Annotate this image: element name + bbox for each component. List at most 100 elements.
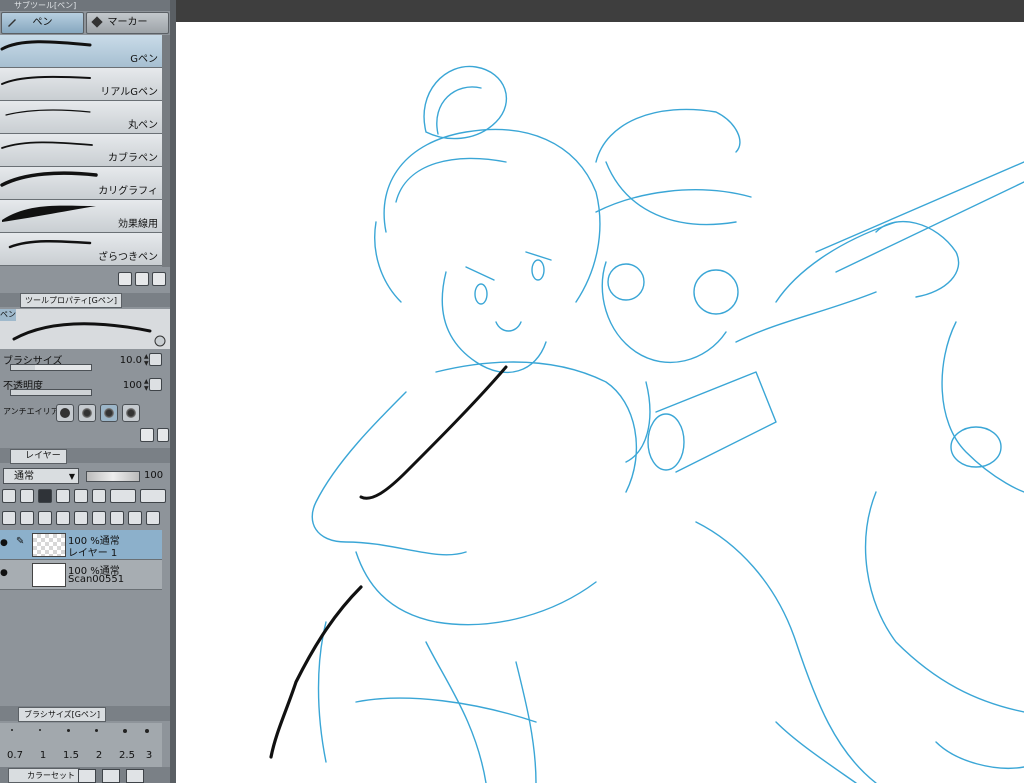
brush-size-slider[interactable] bbox=[10, 364, 92, 371]
layer-row[interactable]: ● 100 %通常 Scan00551 bbox=[0, 560, 162, 590]
lock-transparent-icon[interactable] bbox=[92, 489, 106, 503]
blend-mode-select[interactable]: 通常 ▼ bbox=[3, 468, 79, 484]
canvas-top-bar bbox=[176, 0, 1024, 22]
layer-name: レイヤー 1 bbox=[68, 548, 118, 559]
subtool-item-maru-pen[interactable]: 丸ペン bbox=[0, 101, 162, 134]
layer-tab-label: レイヤー bbox=[25, 451, 61, 461]
brush-size-value: 10.0 bbox=[119, 355, 142, 366]
tab-marker-label: マーカー bbox=[107, 17, 148, 28]
subtool-item-g-pen[interactable]: Gペン bbox=[0, 35, 162, 68]
preset-value: 1.5 bbox=[63, 750, 79, 761]
left-dock-panel: サブツール[ペン] ペン マーカー Gペン リアルGペン 丸ペン カブラペン カ… bbox=[0, 0, 176, 783]
eye-icon[interactable]: ● bbox=[0, 538, 8, 548]
subtool-settings-icon[interactable] bbox=[118, 272, 132, 286]
tab-tool-property[interactable]: ツールプロパティ[Gペン] bbox=[20, 293, 122, 308]
subtool-palette-title: サブツール[ペン] bbox=[14, 1, 77, 10]
antialias-weak-button[interactable] bbox=[78, 404, 96, 422]
tab-marker[interactable]: マーカー bbox=[86, 12, 169, 34]
brush-size-row: ブラシサイズ 10.0 ▲ ▼ bbox=[0, 351, 162, 373]
opacity-row: 不透明度 100 ▲ ▼ bbox=[0, 376, 162, 398]
layer-color-dropdown-icon[interactable] bbox=[140, 489, 166, 503]
subtool-label: カブラペン bbox=[108, 153, 158, 164]
new-vector-layer-icon[interactable] bbox=[20, 511, 34, 525]
tab-color-set[interactable]: カラーセット bbox=[8, 768, 80, 783]
clip-icon[interactable] bbox=[38, 489, 52, 503]
brush-size-presets: 0.7 1 1.5 2 2.5 3 bbox=[0, 723, 162, 767]
opacity-slider[interactable] bbox=[10, 389, 92, 396]
stroke-preview bbox=[2, 205, 96, 222]
new-raster-layer-icon[interactable] bbox=[2, 511, 16, 525]
preset-value: 0.7 bbox=[7, 750, 23, 761]
subtool-item-rough-pen[interactable]: ざらつきペン bbox=[0, 233, 162, 266]
color-set-title: カラーセット bbox=[27, 771, 75, 780]
mask-icon[interactable] bbox=[20, 489, 34, 503]
new-subtool-icon[interactable] bbox=[135, 272, 149, 286]
stroke-preview bbox=[0, 40, 92, 51]
brush-size-preset[interactable]: 1 bbox=[28, 723, 56, 767]
subtool-label: ざらつきペン bbox=[98, 252, 158, 263]
layer-toolbar-1 bbox=[2, 488, 166, 504]
subtool-item-calligraphy[interactable]: カリグラフィ bbox=[0, 167, 162, 200]
settings-dashed-icon[interactable] bbox=[140, 428, 154, 442]
delete-subtool-icon[interactable] bbox=[152, 272, 166, 286]
color-swatch-icon[interactable] bbox=[2, 489, 16, 503]
preset-value: 3 bbox=[145, 750, 153, 761]
lock-icon[interactable] bbox=[74, 489, 88, 503]
layer-opacity-slider[interactable] bbox=[86, 471, 140, 482]
brush-size-link-icon[interactable] bbox=[149, 353, 162, 366]
tab-brush-size[interactable]: ブラシサイズ[Gペン] bbox=[18, 707, 107, 722]
blend-mode-value: 通常 bbox=[14, 471, 34, 482]
reference-icon[interactable] bbox=[56, 489, 70, 503]
tab-pen-label: ペン bbox=[32, 17, 53, 28]
subtool-item-kabura-pen[interactable]: カブラペン bbox=[0, 134, 162, 167]
tab-layer[interactable]: レイヤー bbox=[10, 449, 67, 464]
pen-edit-icon: ✎ bbox=[16, 536, 25, 547]
wrench-icon[interactable] bbox=[157, 428, 169, 442]
brush-size-preset[interactable]: 2 bbox=[84, 723, 112, 767]
subtool-item-real-g-pen[interactable]: リアルGペン bbox=[0, 68, 162, 101]
preset-value: 2 bbox=[95, 750, 103, 761]
subtool-label: カリグラフィ bbox=[98, 186, 158, 197]
color-wheel-tab-icon[interactable] bbox=[78, 769, 96, 783]
stroke-preview bbox=[5, 109, 91, 116]
eye-icon[interactable]: ● bbox=[0, 568, 8, 578]
color-slider-tab-icon[interactable] bbox=[102, 769, 120, 783]
mask-create-icon[interactable] bbox=[110, 511, 124, 525]
brush-size-preset[interactable]: 3 bbox=[134, 723, 162, 767]
opacity-toggle-icon[interactable] bbox=[149, 378, 162, 391]
combine-icon[interactable] bbox=[92, 511, 106, 525]
layer-thumbnail bbox=[32, 563, 66, 587]
antialias-strong-button[interactable] bbox=[122, 404, 140, 422]
subtool-list: Gペン リアルGペン 丸ペン カブラペン カリグラフィ 効果線用 ざらつきペン bbox=[0, 35, 162, 266]
layer-list: ● ✎ 100 %通常 レイヤー 1 ● 100 %通常 Scan00551 bbox=[0, 530, 162, 590]
brush-size-palette-title: ブラシサイズ[Gペン] bbox=[24, 710, 101, 719]
brush-stroke-preview bbox=[12, 322, 166, 347]
brush-size-preset[interactable]: 0.7 bbox=[0, 723, 28, 767]
transfer-down-icon[interactable] bbox=[56, 511, 70, 525]
color-history-tab-icon[interactable] bbox=[126, 769, 144, 783]
antialias-medium-button[interactable] bbox=[100, 404, 118, 422]
subtool-item-effect-line[interactable]: 効果線用 bbox=[0, 200, 162, 233]
mask-apply-icon[interactable] bbox=[128, 511, 142, 525]
brush-size-preset[interactable]: 1.5 bbox=[56, 723, 84, 767]
layer-opacity-value: 100 bbox=[144, 470, 164, 481]
subtool-palette-header: サブツール[ペン] bbox=[0, 0, 170, 11]
tab-pen[interactable]: ペン bbox=[1, 12, 84, 34]
marker-icon bbox=[91, 16, 103, 28]
delete-layer-icon[interactable] bbox=[146, 511, 160, 525]
layer-toolbar-2 bbox=[2, 510, 160, 526]
layer-thumbnail bbox=[32, 533, 66, 557]
antialias-none-button[interactable] bbox=[56, 404, 74, 422]
subtool-label: リアルGペン bbox=[100, 87, 158, 98]
combine-down-icon[interactable] bbox=[74, 511, 88, 525]
new-folder-icon[interactable] bbox=[38, 511, 52, 525]
subtool-actions bbox=[118, 272, 166, 286]
drawing-canvas[interactable] bbox=[176, 22, 1024, 783]
subtool-label: 丸ペン bbox=[128, 120, 158, 131]
layer-row[interactable]: ● ✎ 100 %通常 レイヤー 1 bbox=[0, 530, 162, 560]
subtool-label: 効果線用 bbox=[118, 219, 158, 230]
subtool-scrollbar[interactable] bbox=[162, 35, 170, 267]
layer-color-icon[interactable] bbox=[110, 489, 136, 503]
tool-property-title: ツールプロパティ[Gペン] bbox=[25, 296, 117, 305]
layer-name: Scan00551 bbox=[68, 574, 125, 585]
